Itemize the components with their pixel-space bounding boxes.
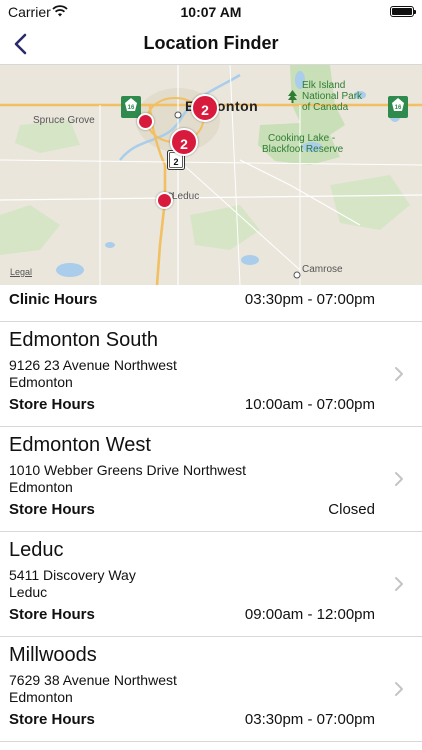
- store-hours-label: Store Hours: [9, 396, 95, 413]
- map-legal-link[interactable]: Legal: [10, 267, 32, 277]
- park-icon: [288, 90, 297, 103]
- location-city: Edmonton: [9, 479, 73, 495]
- map-label-spruce-grove: Spruce Grove: [33, 115, 95, 126]
- store-hours-value: Closed: [328, 501, 375, 518]
- map-label-elk-island: Elk Island: [302, 80, 346, 91]
- store-hours-label: Store Hours: [9, 501, 95, 518]
- map-view[interactable]: Edmonton Spruce Grove Leduc Camrose Elk …: [0, 65, 422, 285]
- store-hours-label: Store Hours: [9, 606, 95, 623]
- location-city: Leduc: [9, 584, 48, 600]
- highway-2-label: 2: [173, 157, 178, 167]
- chevron-right-icon: [395, 577, 403, 591]
- chevron-right-icon: [395, 682, 403, 696]
- map-label-blackfoot: Blackfoot Reserve: [262, 144, 344, 155]
- location-street: 7629 38 Avenue Northwest: [9, 672, 177, 688]
- page-title: Location Finder: [143, 33, 279, 53]
- status-bar: Carrier 10:07 AM: [0, 0, 422, 24]
- map-location-pin[interactable]: [156, 192, 173, 209]
- highway-16-label: 16: [395, 105, 402, 111]
- map-location-pin[interactable]: [137, 113, 154, 130]
- store-hours-value: 03:30pm - 07:00pm: [244, 711, 375, 728]
- map-label-national-park: National Park: [302, 91, 363, 102]
- location-street: 9126 23 Avenue Northwest: [9, 357, 177, 373]
- chevron-right-icon: [395, 367, 403, 381]
- location-street: 5411 Discovery Way: [9, 567, 136, 583]
- map-label-cooking-lake: Cooking Lake -: [268, 133, 336, 144]
- location-item[interactable]: Edmonton South 9126 23 Avenue Northwest …: [0, 322, 422, 427]
- clock: 10:07 AM: [180, 4, 242, 20]
- location-name: Leduc: [9, 539, 64, 561]
- list-item-partial[interactable]: Clinic Hours 03:30pm - 07:00pm: [0, 285, 422, 322]
- location-item[interactable]: Millwoods 7629 38 Avenue Northwest Edmon…: [0, 637, 422, 742]
- map-label-leduc: Leduc: [172, 191, 200, 202]
- highway-16-label: 16: [128, 105, 135, 111]
- battery-icon: [390, 6, 416, 17]
- location-list: Clinic Hours 03:30pm - 07:00pm Edmonton …: [0, 285, 422, 742]
- location-street: 1010 Webber Greens Drive Northwest: [9, 462, 247, 478]
- store-hours-value: 10:00am - 07:00pm: [244, 396, 375, 413]
- map-label-of-canada: of Canada: [302, 102, 349, 113]
- highway-16-shield-icon: 16: [121, 96, 141, 118]
- store-hours-value: 09:00am - 12:00pm: [244, 606, 375, 623]
- location-name: Millwoods: [9, 644, 97, 666]
- store-hours-label: Store Hours: [9, 711, 95, 728]
- map-cluster-marker[interactable]: 2: [170, 128, 198, 156]
- map-cluster-marker[interactable]: 2: [191, 94, 219, 122]
- map-label-camrose: Camrose: [302, 264, 343, 275]
- location-name: Edmonton West: [9, 434, 151, 456]
- location-city: Edmonton: [9, 374, 73, 390]
- location-name: Edmonton South: [9, 329, 158, 351]
- navigation-bar: Location Finder: [0, 24, 422, 65]
- highway-16-shield-icon: 16: [388, 96, 408, 118]
- clinic-hours-value: 03:30pm - 07:00pm: [244, 291, 375, 308]
- clinic-hours-label: Clinic Hours: [9, 291, 98, 308]
- chevron-right-icon: [395, 472, 403, 486]
- location-item[interactable]: Leduc 5411 Discovery Way Leduc Store Hou…: [0, 532, 422, 637]
- location-city: Edmonton: [9, 689, 73, 705]
- location-item[interactable]: Edmonton West 1010 Webber Greens Drive N…: [0, 427, 422, 532]
